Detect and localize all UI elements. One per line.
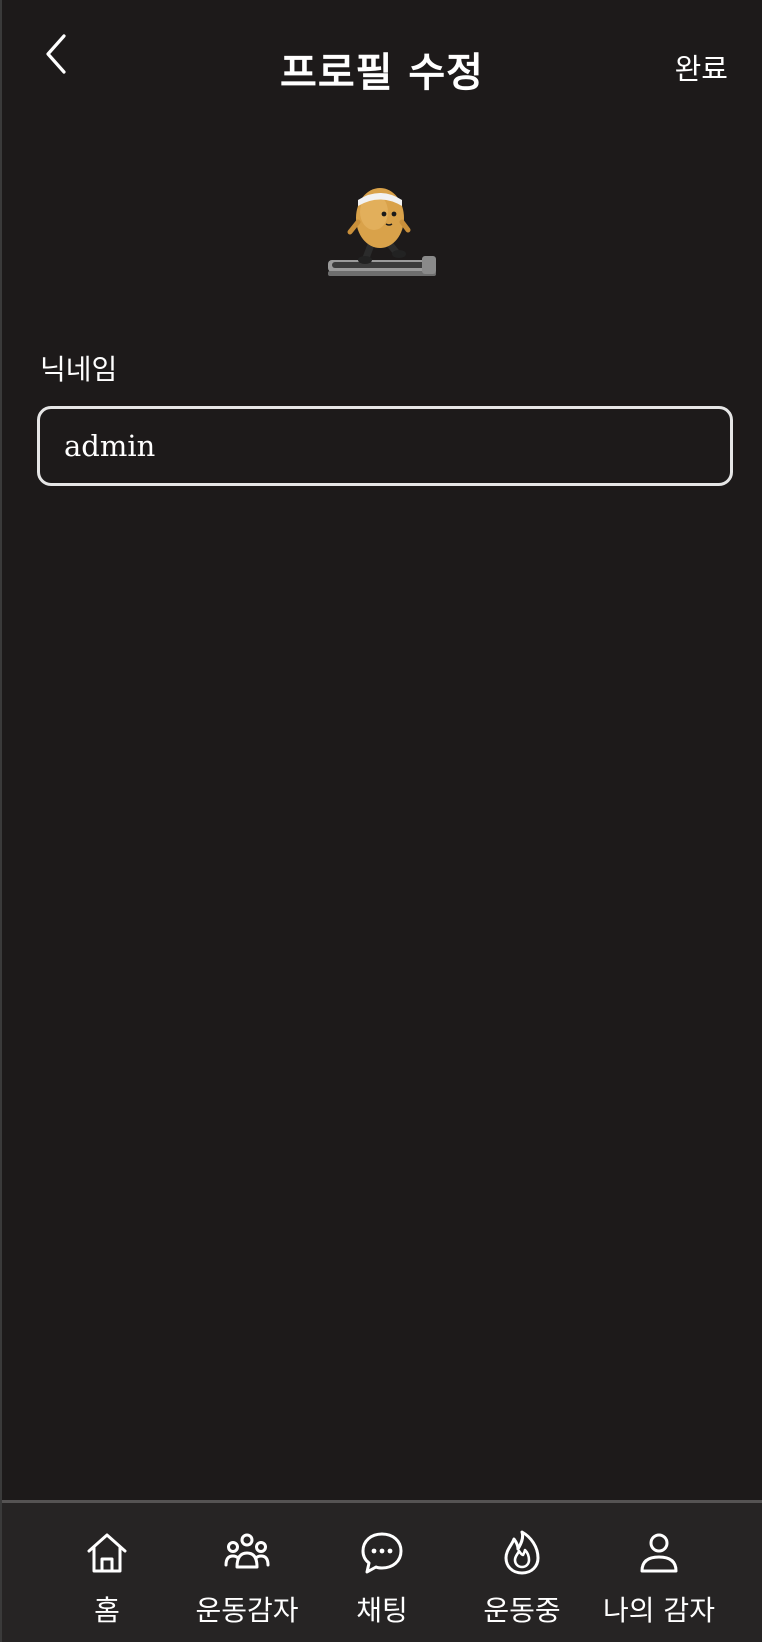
header: 프로필 수정 완료 [2, 0, 762, 130]
tab-my-potato[interactable]: 나의 감자 [584, 1529, 734, 1639]
page-title: 프로필 수정 [280, 50, 484, 96]
tab-my-potato-label: 나의 감자 [603, 1594, 715, 1627]
profile-avatar[interactable] [322, 176, 446, 300]
person-icon [640, 1533, 678, 1573]
tab-chat-label: 채팅 [356, 1594, 408, 1627]
tab-home[interactable]: 홈 [32, 1529, 182, 1639]
nickname-input[interactable] [37, 406, 733, 486]
bottom-tab-bar: 홈 운동감자 채팅 운동중 나의 감자 [2, 1500, 762, 1642]
tab-home-label: 홈 [94, 1594, 120, 1627]
chat-bubble-icon [361, 1532, 403, 1574]
tab-exercise-potato-label: 운동감자 [195, 1594, 299, 1627]
done-button[interactable]: 완료 [675, 46, 728, 88]
home-icon [87, 1533, 127, 1573]
tab-exercise-potato[interactable]: 운동감자 [172, 1529, 322, 1639]
potato-treadmill-image [328, 188, 436, 276]
tab-chat[interactable]: 채팅 [307, 1529, 457, 1639]
tab-exercising[interactable]: 운동중 [447, 1529, 597, 1639]
group-icon [224, 1533, 270, 1569]
profile-edit-screen: 프로필 수정 완료 닉네임 admin 홈 운동감자 채팅 운동중 나의 감자 [0, 0, 762, 1642]
nickname-label: 닉네임 [40, 353, 118, 386]
flame-icon [504, 1530, 540, 1575]
tab-exercising-label: 운동중 [483, 1594, 561, 1627]
